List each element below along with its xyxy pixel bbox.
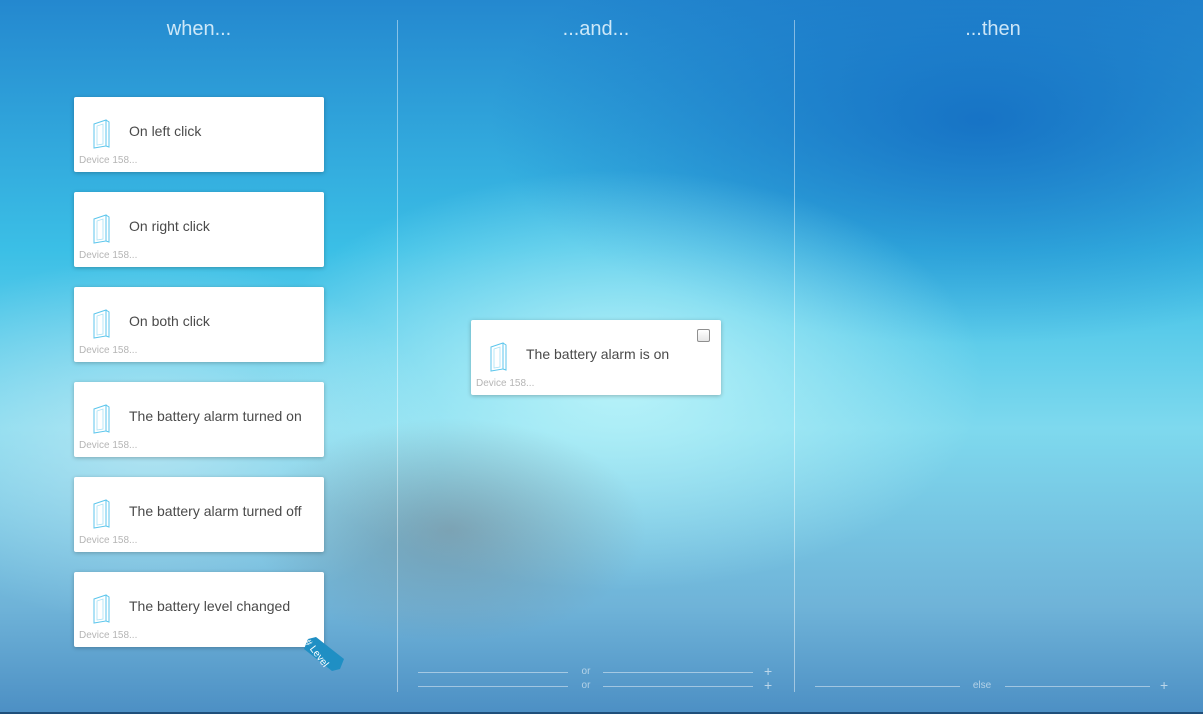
card-label: The battery alarm is on [526, 346, 670, 362]
and-footer-row-2: or + [418, 677, 778, 693]
add-or-condition-button[interactable]: + [764, 677, 772, 693]
and-footer-row-1: or + [418, 663, 778, 679]
card-device-name: Device 158... [79, 250, 138, 261]
then-footer-row: else + [815, 677, 1175, 693]
footer-line [815, 686, 960, 687]
card-label: The battery alarm turned off [129, 503, 302, 519]
card-label: On left click [129, 123, 202, 139]
or-label: or [581, 666, 591, 677]
wall-switch-device-icon [93, 214, 110, 244]
else-label: else [972, 680, 992, 691]
when-card-right-click[interactable]: On right click Device 158... [74, 192, 324, 267]
invert-condition-checkbox[interactable] [697, 329, 710, 342]
wall-switch-device-icon [93, 499, 110, 529]
when-card-both-click[interactable]: On both click Device 158... [74, 287, 324, 362]
card-device-name: Device 158... [476, 378, 535, 389]
card-label: The battery alarm turned on [129, 408, 302, 424]
then-column-title: ...then [965, 18, 1021, 40]
when-card-battery-level-changed[interactable]: The battery level changed Device 158... [74, 572, 324, 647]
card-device-name: Device 158... [79, 535, 138, 546]
and-card-battery-alarm-is-on[interactable]: The battery alarm is on Device 158... [471, 320, 721, 395]
footer-line [603, 686, 753, 687]
card-device-name: Device 158... [79, 155, 138, 166]
wall-switch-device-icon [93, 594, 110, 624]
wall-switch-device-icon [93, 404, 110, 434]
column-divider-right [794, 20, 795, 692]
when-card-battery-alarm-off[interactable]: The battery alarm turned off Device 158.… [74, 477, 324, 552]
card-device-name: Device 158... [79, 440, 138, 451]
column-divider-left [397, 20, 398, 692]
or-label: or [581, 680, 591, 691]
wall-switch-device-icon [93, 309, 110, 339]
when-card-left-click[interactable]: On left click Device 158... [74, 97, 324, 172]
wall-switch-device-icon [490, 342, 507, 372]
and-column-title: ...and... [562, 18, 630, 40]
add-else-action-button[interactable]: + [1160, 677, 1168, 693]
card-label: On both click [129, 313, 210, 329]
card-device-name: Device 158... [79, 630, 138, 641]
when-card-battery-alarm-on[interactable]: The battery alarm turned on Device 158..… [74, 382, 324, 457]
card-label: The battery level changed [129, 598, 291, 614]
card-device-name: Device 158... [79, 345, 138, 356]
wall-switch-device-icon [93, 119, 110, 149]
footer-line [418, 672, 568, 673]
when-column-title: when... [166, 18, 232, 40]
card-label: On right click [129, 218, 210, 234]
footer-line [418, 686, 568, 687]
level-token-tag[interactable] [302, 637, 346, 671]
footer-line [603, 672, 753, 673]
footer-line [1005, 686, 1150, 687]
